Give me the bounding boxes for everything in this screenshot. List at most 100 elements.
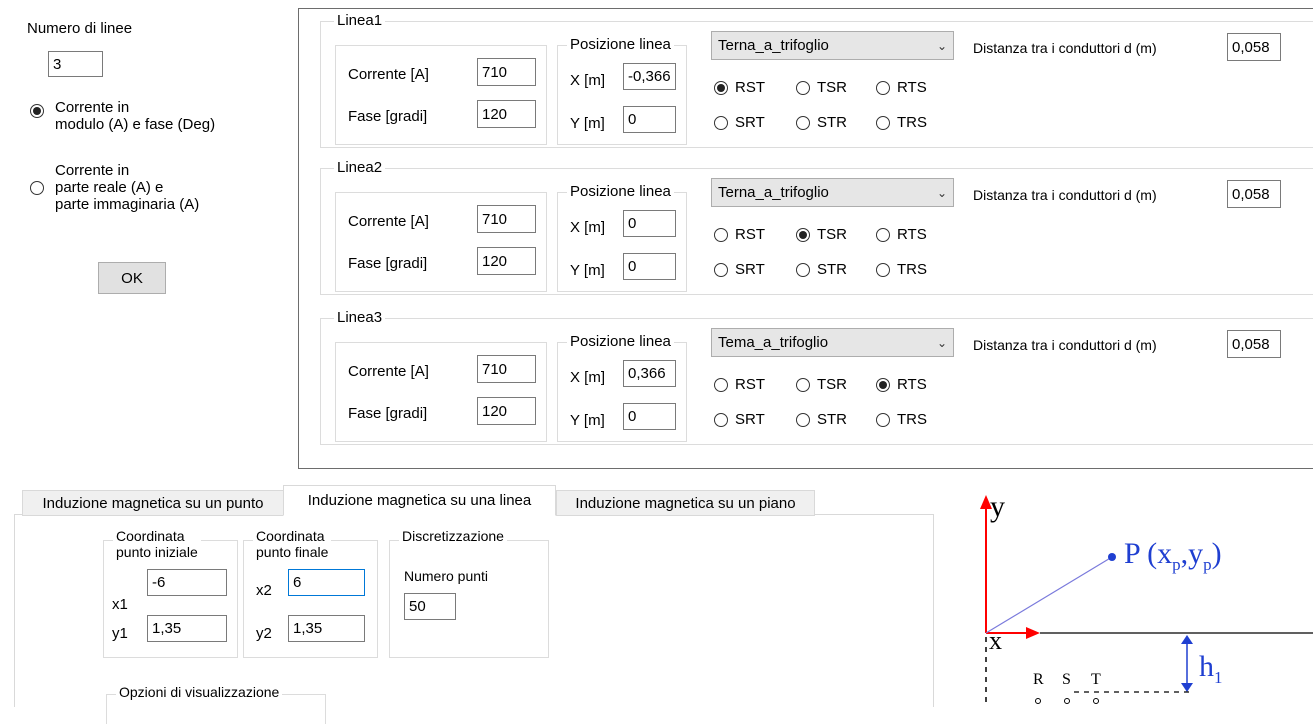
distance-input[interactable]: 0,058	[1227, 180, 1281, 208]
phase-order-radio-str[interactable]: STR	[796, 261, 847, 278]
h1-arrow-up	[1181, 635, 1193, 644]
phase-order-label: TRS	[897, 261, 927, 278]
x2-input[interactable]: 6	[288, 569, 365, 596]
phase-order-radio-trs[interactable]: TRS	[876, 411, 927, 428]
x1-input[interactable]: -6	[147, 569, 227, 596]
phase-order-radio-str[interactable]: STR	[796, 411, 847, 428]
phase-order-radio-tsr[interactable]: TSR	[796, 376, 847, 393]
y1-input[interactable]: 1,35	[147, 615, 227, 642]
distance-input[interactable]: 0,058	[1227, 330, 1281, 358]
position-title: Posizione linea	[567, 183, 674, 200]
chevron-down-icon: ⌄	[936, 335, 947, 350]
radio-unselected-icon	[796, 262, 810, 277]
geometry-diagram: y x P (xp,yp) h1 R S T	[962, 487, 1313, 707]
chevron-down-icon: ⌄	[936, 185, 947, 200]
num-points-input[interactable]: 50	[404, 593, 456, 620]
radio-selected-icon	[876, 377, 890, 392]
x-axis-arrowhead	[1026, 627, 1040, 639]
tab-plane[interactable]: Induzione magnetica su un piano	[556, 490, 815, 516]
y-input[interactable]: 0	[623, 403, 676, 430]
tab-point[interactable]: Induzione magnetica su un punto	[22, 490, 284, 516]
phase-order-radio-srt[interactable]: SRT	[714, 261, 765, 278]
x-input[interactable]: 0,366	[623, 360, 676, 387]
y-input[interactable]: 0	[623, 106, 676, 133]
num-lines-input[interactable]: 3	[48, 51, 103, 77]
radio-unselected-icon	[796, 377, 810, 392]
phase-order-radio-rts[interactable]: RTS	[876, 376, 927, 393]
radio-unselected-icon	[876, 80, 890, 95]
current-label: Corrente [A]	[348, 363, 429, 380]
phase-order-radio-rts[interactable]: RTS	[876, 226, 927, 243]
config-select-value: Terna_a_trifoglio	[718, 37, 829, 54]
conductor-r-label: R	[1033, 671, 1044, 688]
phase-label: Fase [gradi]	[348, 255, 428, 272]
phase-order-radio-tsr[interactable]: TSR	[796, 79, 847, 96]
phase-label: Fase [gradi]	[348, 108, 428, 125]
config-select[interactable]: Terna_a_trifoglio ⌄	[711, 178, 954, 207]
phase-order-label: STR	[817, 114, 847, 131]
phase-order-radio-srt[interactable]: SRT	[714, 411, 765, 428]
conductor-s	[1064, 698, 1070, 704]
radio-unselected-icon	[876, 115, 890, 130]
radio-unselected-icon	[714, 115, 728, 130]
x-label: X [m]	[570, 219, 606, 236]
phase-order-label: TSR	[817, 226, 847, 243]
position-title: Posizione linea	[567, 36, 674, 53]
current-input[interactable]: 710	[477, 205, 536, 233]
radio-unselected-icon	[714, 377, 728, 392]
radio-selected-icon	[30, 104, 44, 118]
phase-order-label: RTS	[897, 376, 927, 393]
phase-input[interactable]: 120	[477, 247, 536, 275]
phase-order-label: RST	[735, 376, 765, 393]
phase-order-radio-trs[interactable]: TRS	[876, 114, 927, 131]
x-label: X [m]	[570, 369, 606, 386]
phase-order-label: TSR	[817, 376, 847, 393]
current-input[interactable]: 710	[477, 58, 536, 86]
phase-order-radio-srt[interactable]: SRT	[714, 114, 765, 131]
ok-button[interactable]: OK	[98, 262, 166, 294]
config-select[interactable]: Terna_a_trifoglio ⌄	[711, 31, 954, 60]
distance-input[interactable]: 0,058	[1227, 33, 1281, 61]
phase-order-radio-rst[interactable]: RST	[714, 376, 765, 393]
phase-order-label: TRS	[897, 411, 927, 428]
point-p-label: P (xp,yp)	[1124, 537, 1222, 574]
option-cartesian-radio[interactable]	[30, 181, 51, 195]
x-input[interactable]: -0,366	[623, 63, 676, 90]
radio-unselected-icon	[30, 181, 44, 195]
h1-arrow-down	[1181, 683, 1193, 692]
phase-order-label: SRT	[735, 411, 765, 428]
phase-order-label: TRS	[897, 114, 927, 131]
tab-line[interactable]: Induzione magnetica su una linea	[283, 485, 556, 516]
x-input[interactable]: 0	[623, 210, 676, 237]
phase-order-radio-rst[interactable]: RST	[714, 79, 765, 96]
x-label: X [m]	[570, 72, 606, 89]
y1-label: y1	[112, 625, 128, 642]
y-input[interactable]: 0	[623, 253, 676, 280]
x1-label: x1	[112, 596, 128, 613]
current-input[interactable]: 710	[477, 355, 536, 383]
config-select-value: Tema_a_trifoglio	[718, 334, 829, 351]
phase-input[interactable]: 120	[477, 100, 536, 128]
x2-label: x2	[256, 582, 272, 599]
position-vector	[985, 556, 1113, 634]
line-title: Linea3	[334, 309, 386, 326]
option-cartesian-label: Corrente in parte reale (A) e parte imma…	[55, 162, 200, 213]
h1-label: h1	[1199, 650, 1223, 687]
radio-unselected-icon	[714, 227, 728, 242]
distance-label: Distanza tra i conduttori d (m)	[973, 40, 1157, 56]
option-polar-radio[interactable]	[30, 104, 51, 118]
phase-order-radio-trs[interactable]: TRS	[876, 261, 927, 278]
phase-order-radio-str[interactable]: STR	[796, 114, 847, 131]
config-select[interactable]: Tema_a_trifoglio ⌄	[711, 328, 954, 357]
y2-input[interactable]: 1,35	[288, 615, 365, 642]
phase-order-radio-rts[interactable]: RTS	[876, 79, 927, 96]
position-title: Posizione linea	[567, 333, 674, 350]
phase-order-radio-rst[interactable]: RST	[714, 226, 765, 243]
diagram-svg	[980, 495, 1313, 707]
radio-unselected-icon	[876, 262, 890, 277]
phase-order-radio-tsr[interactable]: TSR	[796, 226, 847, 243]
start-point-title: Coordinata punto iniziale	[113, 528, 201, 560]
y-label: Y [m]	[570, 115, 605, 132]
phase-order-label: RTS	[897, 79, 927, 96]
phase-input[interactable]: 120	[477, 397, 536, 425]
